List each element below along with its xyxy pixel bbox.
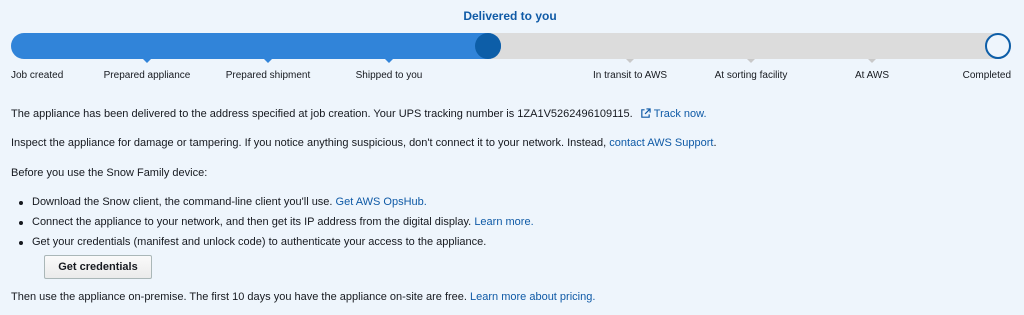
inspect-paragraph: Inspect the appliance for damage or tamp… (11, 137, 717, 150)
get-opshub-link[interactable]: Get AWS OpsHub. (336, 196, 427, 208)
progress-bar (11, 33, 1011, 63)
current-step-marker (475, 33, 501, 59)
step-label-completed: Completed (962, 70, 1011, 81)
inspect-end: . (713, 137, 717, 149)
step-tick (868, 59, 876, 63)
progress-fill (11, 33, 501, 59)
step-labels: Job created Prepared appliance Prepared … (0, 70, 1024, 84)
step-label-prepared-appliance: Prepared appliance (103, 70, 191, 81)
step-tick (264, 59, 272, 63)
external-link-icon[interactable] (640, 108, 651, 123)
bullet-text: Get your credentials (manifest and unloc… (32, 236, 487, 248)
step-tick (626, 59, 634, 63)
list-item: Connect the appliance to your network, a… (11, 216, 534, 236)
list-item: Download the Snow client, the command-li… (11, 196, 534, 216)
step-label-job-created: Job created (11, 70, 64, 81)
status-title: Delivered to you (463, 9, 557, 23)
step-tick (385, 59, 393, 63)
step-tick (747, 59, 755, 63)
onsite-paragraph: Then use the appliance on-premise. The f… (11, 291, 595, 304)
get-credentials-button[interactable]: Get credentials (44, 255, 152, 279)
step-label-prepared-shipment: Prepared shipment (225, 70, 311, 81)
bullet-text: Connect the appliance to your network, a… (32, 216, 472, 228)
learn-more-ip-link[interactable]: Learn more. (474, 216, 533, 228)
pricing-link[interactable]: Learn more about pricing. (470, 291, 595, 303)
step-label-in-transit-to-aws: In transit to AWS (592, 70, 668, 81)
list-item: Get your credentials (manifest and unloc… (11, 236, 534, 256)
step-label-at-sorting-facility: At sorting facility (714, 70, 788, 81)
track-now-link[interactable]: Track now. (654, 108, 707, 120)
step-label-at-aws: At AWS (854, 70, 890, 81)
delivery-paragraph: The appliance has been delivered to the … (11, 108, 707, 123)
step-label-shipped-to-you: Shipped to you (355, 70, 423, 81)
delivery-text: The appliance has been delivered to the … (11, 108, 633, 120)
step-tick (143, 59, 151, 63)
contact-support-link[interactable]: contact AWS Support (609, 137, 713, 149)
setup-steps-list: Download the Snow client, the command-li… (11, 196, 534, 256)
before-use-heading: Before you use the Snow Family device: (11, 167, 208, 179)
bullet-text: Download the Snow client, the command-li… (32, 196, 333, 208)
inspect-text: Inspect the appliance for damage or tamp… (11, 137, 607, 149)
final-step-marker (985, 33, 1011, 59)
onsite-text: Then use the appliance on-premise. The f… (11, 291, 467, 303)
